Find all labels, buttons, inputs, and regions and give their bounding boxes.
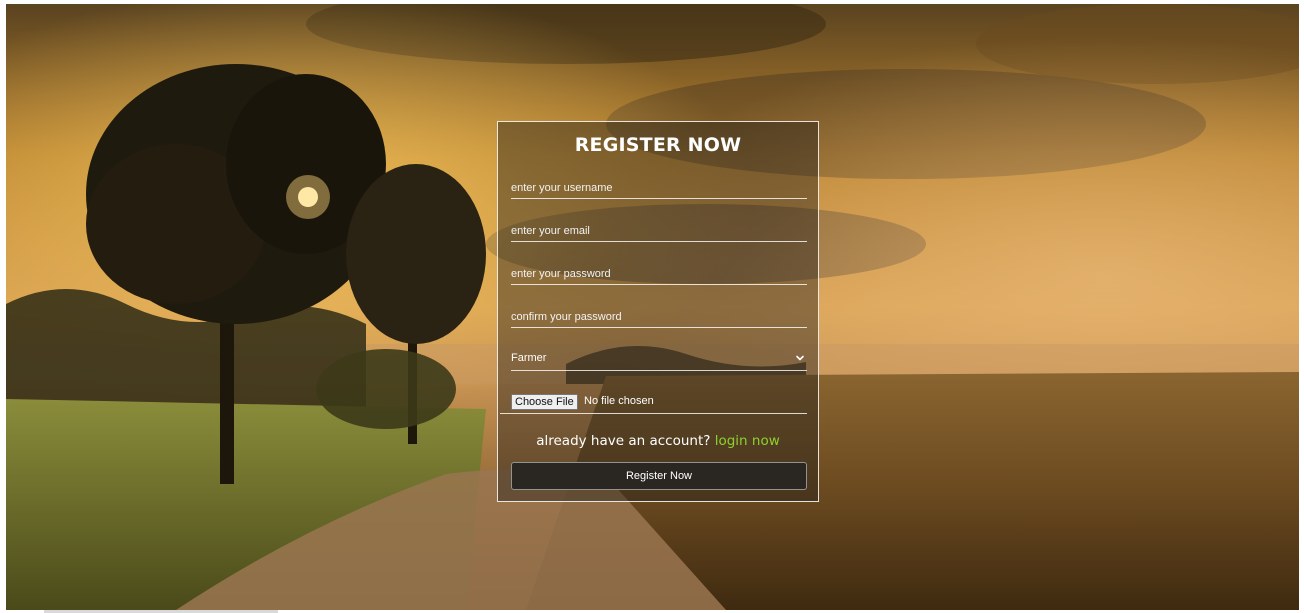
register-now-button[interactable]: Register Now xyxy=(511,462,807,490)
register-form: REGISTER NOW Farmer Choose File No file … xyxy=(497,121,819,502)
username-input[interactable] xyxy=(511,177,807,199)
user-type-select[interactable]: Farmer xyxy=(511,348,807,371)
password-field-wrapper xyxy=(511,262,807,285)
image-file-input[interactable]: Choose File No file chosen xyxy=(500,391,807,414)
chevron-down-icon xyxy=(796,355,804,361)
login-prompt: already have an account? login now xyxy=(498,433,818,449)
choose-file-button[interactable]: Choose File xyxy=(511,394,578,410)
confirm-password-input[interactable] xyxy=(511,306,807,328)
email-input[interactable] xyxy=(511,220,807,242)
form-title: REGISTER NOW xyxy=(574,134,742,156)
password-input[interactable] xyxy=(511,263,807,285)
page-viewport: REGISTER NOW Farmer Choose File No file … xyxy=(6,4,1299,610)
login-prompt-text: already have an account? xyxy=(536,433,711,449)
user-type-selected-value: Farmer xyxy=(511,352,547,364)
file-status-text: No file chosen xyxy=(584,395,654,407)
login-now-link[interactable]: login now xyxy=(715,433,780,449)
username-field-wrapper xyxy=(511,176,807,199)
confirm-password-field-wrapper xyxy=(511,305,807,328)
email-field-wrapper xyxy=(511,219,807,242)
